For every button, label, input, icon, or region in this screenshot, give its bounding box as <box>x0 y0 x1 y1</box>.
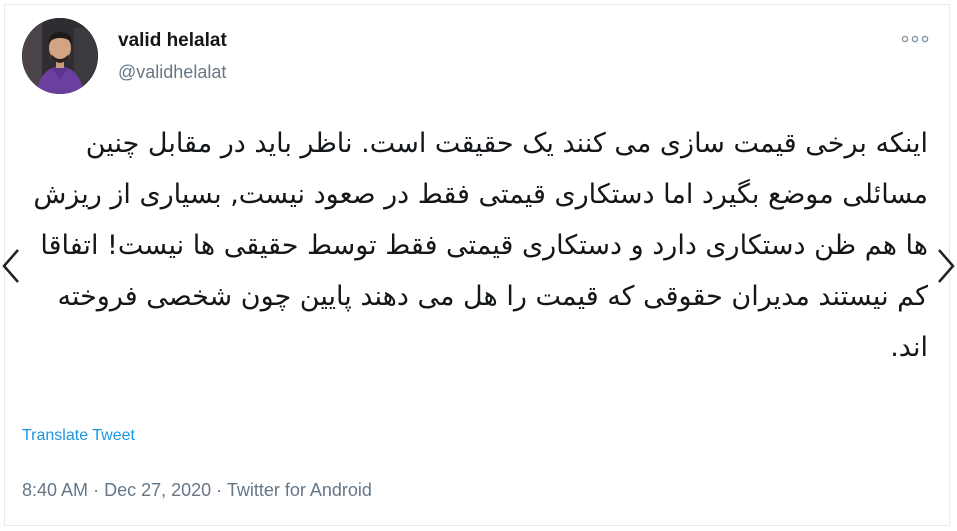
avatar[interactable] <box>22 18 98 94</box>
meta-separator: · <box>93 480 100 500</box>
tweet-source[interactable]: Twitter for Android <box>227 480 372 500</box>
tweet-time[interactable]: 8:40 AM <box>22 480 88 500</box>
chevron-right-icon[interactable] <box>933 246 957 286</box>
tweet-text: اینکه برخی قیمت سازی می کنند یک حقیقت اس… <box>33 128 928 363</box>
translate-tweet-link[interactable]: Translate Tweet <box>22 427 135 445</box>
user-handle[interactable]: @validhelalat <box>118 62 226 83</box>
more-dots-icon[interactable] <box>901 30 929 48</box>
display-name[interactable]: valid helalat <box>118 30 227 52</box>
meta-separator: · <box>216 480 223 500</box>
tweet-date[interactable]: Dec 27, 2020 <box>104 480 211 500</box>
chevron-left-icon[interactable] <box>0 246 24 286</box>
tweet-metadata: 8:40 AM · Dec 27, 2020 · Twitter for And… <box>22 480 372 501</box>
